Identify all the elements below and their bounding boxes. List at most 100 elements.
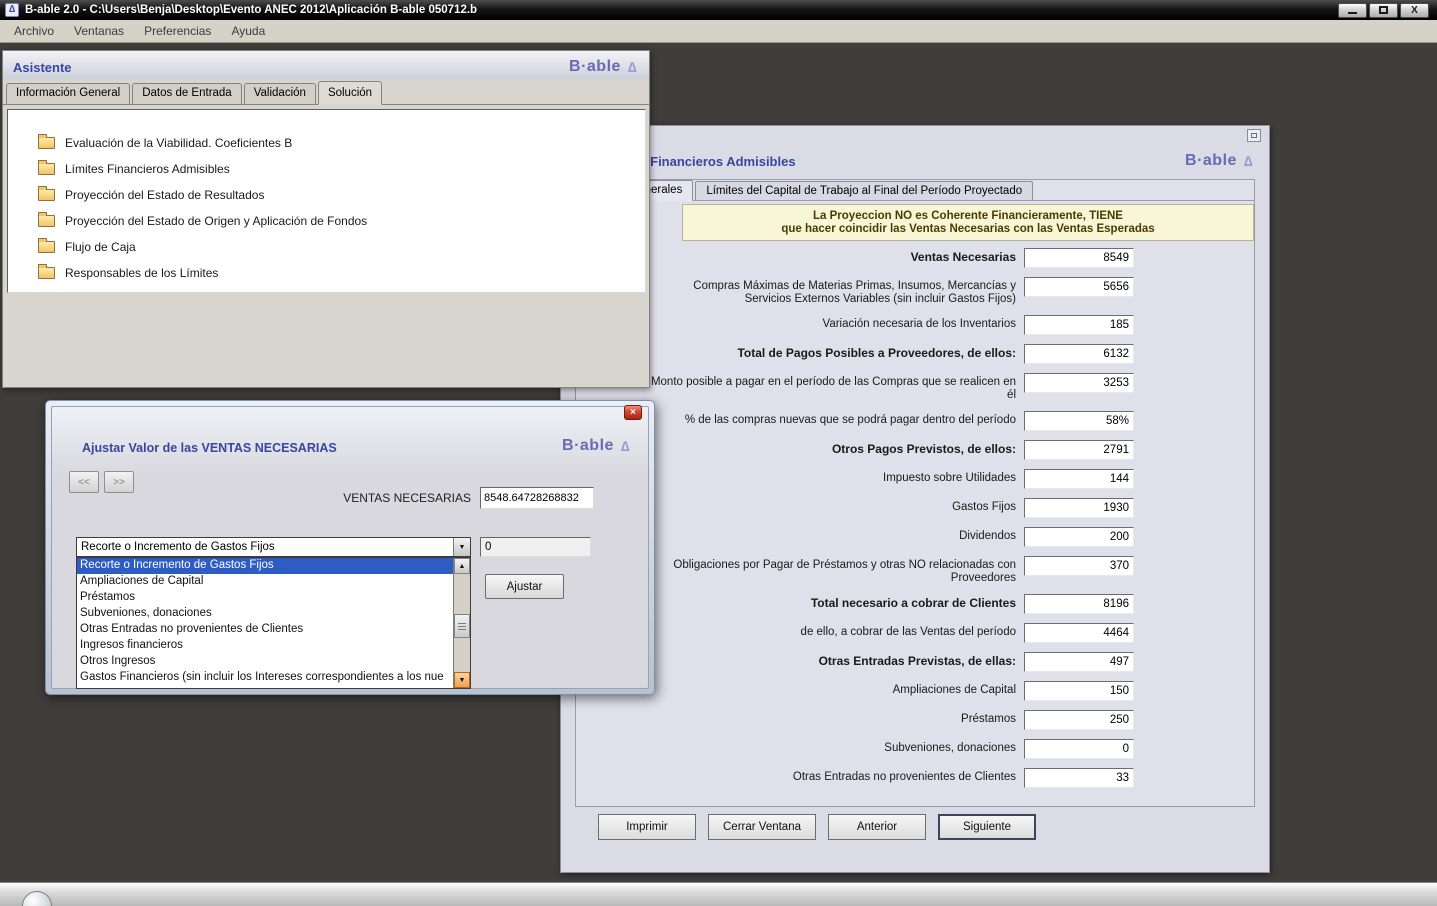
window-title: B-able 2.0 - C:\Users\Benja\Desktop\Even… (25, 4, 477, 16)
folder-icon (38, 267, 55, 279)
taskbar (0, 882, 1437, 906)
value-field[interactable]: 3253 (1024, 373, 1134, 393)
limites-window-restore-icon[interactable] (1247, 129, 1261, 142)
bable-logo: B·able ∆ (562, 437, 630, 455)
combo-option[interactable]: Subveniones, donaciones (77, 606, 453, 622)
list-item-proyeccion-del-estado-de-origen-y-aplicacion-de-fondos[interactable]: Proyección del Estado de Origen y Aplica… (8, 208, 645, 234)
combo-option[interactable]: Ingresos financieros (77, 638, 453, 654)
maximize-icon (1379, 6, 1388, 14)
window-controls: X (1338, 3, 1432, 18)
tab-solucion[interactable]: Solución (318, 81, 382, 105)
imprimir-button[interactable]: Imprimir (598, 814, 696, 840)
tab-datos-de-entrada[interactable]: Datos de Entrada (132, 83, 242, 104)
menu-ventanas[interactable]: Ventanas (64, 21, 134, 41)
warning-line-2: que hacer coincidir las Ventas Necesaria… (781, 223, 1154, 235)
anterior-button[interactable]: Anterior (828, 814, 926, 840)
start-button[interactable] (22, 891, 52, 906)
value-field[interactable]: 370 (1024, 556, 1134, 576)
value-field[interactable]: 185 (1024, 315, 1134, 335)
value-field[interactable]: 58% (1024, 411, 1134, 431)
asistente-titlebar[interactable]: Asistente B·able∆ (3, 51, 649, 79)
list-item-evaluacion-de-la-viabilidad-coeficientes-b[interactable]: Evaluación de la Viabilidad. Coeficiente… (8, 130, 645, 156)
ajustar-button[interactable]: Ajustar (485, 574, 564, 599)
limites-rows: Ventas Necesarias8549Compras Máximas de … (648, 248, 1134, 788)
bable-triangle-icon: ∆ (628, 59, 637, 75)
adjustment-amount-input[interactable]: 0 (480, 537, 591, 557)
minimize-button[interactable] (1338, 3, 1367, 18)
minimize-icon (1348, 12, 1357, 14)
solucion-report-list: Evaluación de la Viabilidad. Coeficiente… (7, 109, 646, 293)
scroll-up-icon[interactable]: ▲ (454, 558, 470, 574)
combo-option[interactable]: Ampliaciones de Capital (77, 574, 453, 590)
dialog-close-button[interactable]: × (624, 405, 642, 420)
list-item-limites-financieros-admisibles[interactable]: Límites Financieros Admisibles (8, 156, 645, 182)
value-field[interactable]: 150 (1024, 681, 1134, 701)
dropdown-options: Recorte o Incremento de Gastos FijosAmpl… (77, 558, 453, 688)
tab-informacion-general[interactable]: Información General (6, 83, 130, 104)
tab-limites-del-capital-de-trabajo-al-final-del-periodo-proyectado[interactable]: Límites del Capital de Trabajo al Final … (695, 181, 1033, 200)
value-field[interactable]: 33 (1024, 768, 1134, 788)
list-item-flujo-de-caja[interactable]: Flujo de Caja (8, 234, 645, 260)
limites-row: Subveniones, donaciones0 (648, 739, 1134, 759)
record-nav: << >> (69, 471, 134, 493)
ajustar-dialog: × Ajustar Valor de las VENTAS NECESARIAS… (45, 400, 655, 695)
combo-option[interactable]: Otros Ingresos (77, 654, 453, 670)
menu-archivo[interactable]: Archivo (4, 21, 64, 41)
limites-row: Gastos Fijos1930 (648, 498, 1134, 518)
window-titlebar[interactable]: ∆ B-able 2.0 - C:\Users\Benja\Desktop\Ev… (0, 0, 1437, 20)
menu-ayuda[interactable]: Ayuda (221, 21, 275, 41)
coherence-warning: La Proyeccion NO es Coherente Financiera… (682, 204, 1254, 241)
limites-row: Ventas Necesarias8549 (648, 248, 1134, 268)
dialog-title: Ajustar Valor de las VENTAS NECESARIAS (82, 441, 337, 455)
limites-row: Variación necesaria de los Inventarios18… (648, 315, 1134, 335)
scroll-down-icon[interactable]: ▼ (454, 672, 470, 688)
close-button[interactable]: X (1400, 3, 1429, 18)
limites-row: Otras Entradas no provenientes de Client… (648, 768, 1134, 788)
value-field[interactable]: 200 (1024, 527, 1134, 547)
menu-preferencias[interactable]: Preferencias (134, 21, 221, 41)
value-field[interactable]: 5656 (1024, 277, 1134, 297)
list-item-proyeccion-del-estado-de-resultados[interactable]: Proyección del Estado de Resultados (8, 182, 645, 208)
previous-record-button[interactable]: << (69, 471, 99, 493)
combo-option[interactable]: Gastos Financieros (sin incluir los Inte… (77, 670, 453, 686)
next-record-button[interactable]: >> (104, 471, 134, 493)
tab-validacion[interactable]: Validación (244, 83, 316, 104)
bable-logo-text: B·able (562, 437, 614, 455)
scrollbar-thumb[interactable] (454, 614, 470, 638)
cerrar-ventana-button[interactable]: Cerrar Ventana (708, 814, 816, 840)
combobox-dropdown-icon[interactable]: ▼ (453, 538, 470, 556)
bable-triangle-icon: ∆ (621, 438, 630, 454)
value-field[interactable]: 6132 (1024, 344, 1134, 364)
value-field[interactable]: 2791 (1024, 440, 1134, 460)
asistente-window: Asistente B·able∆ Información GeneralDat… (2, 50, 650, 388)
value-field[interactable]: 1930 (1024, 498, 1134, 518)
adjustment-combobox[interactable]: Recorte o Incremento de Gastos Fijos ▼ (76, 537, 471, 557)
folder-icon (38, 163, 55, 175)
asistente-title: Asistente (13, 60, 72, 75)
value-field[interactable]: 8196 (1024, 594, 1134, 614)
value-field[interactable]: 250 (1024, 710, 1134, 730)
folder-icon (38, 215, 55, 227)
bable-logo: B·able∆ (569, 58, 637, 76)
value-field[interactable]: 8549 (1024, 248, 1134, 268)
limites-titlebar[interactable]: Límites Financieros Admisibles B·able∆ (561, 148, 1269, 174)
value-field[interactable]: 4464 (1024, 623, 1134, 643)
combo-option[interactable]: Otras Entradas no provenientes de Client… (77, 622, 453, 638)
limites-row: Otras Entradas Previstas, de ellas:497 (648, 652, 1134, 672)
limites-row: Otros Pagos Previstos, de ellos:2791 (648, 440, 1134, 460)
limites-row: Obligaciones por Pagar de Préstamos y ot… (648, 556, 1134, 585)
folder-icon (38, 241, 55, 253)
siguiente-button[interactable]: Siguiente (938, 814, 1036, 840)
limites-row: Monto posible a pagar en el período de l… (648, 373, 1134, 402)
maximize-button[interactable] (1369, 3, 1398, 18)
combo-option[interactable]: Recorte o Incremento de Gastos Fijos (77, 558, 453, 574)
value-field[interactable]: 497 (1024, 652, 1134, 672)
dropdown-scrollbar[interactable]: ▲ ▼ (453, 558, 470, 688)
combo-option[interactable]: Préstamos (77, 590, 453, 606)
folder-icon (38, 189, 55, 201)
value-field[interactable]: 0 (1024, 739, 1134, 759)
ventas-necesarias-input[interactable]: 8548.64728268832 (480, 487, 594, 509)
list-item-responsables-de-los-limites[interactable]: Responsables de los Límites (8, 260, 645, 286)
limites-row: Total necesario a cobrar de Clientes8196 (648, 594, 1134, 614)
value-field[interactable]: 144 (1024, 469, 1134, 489)
